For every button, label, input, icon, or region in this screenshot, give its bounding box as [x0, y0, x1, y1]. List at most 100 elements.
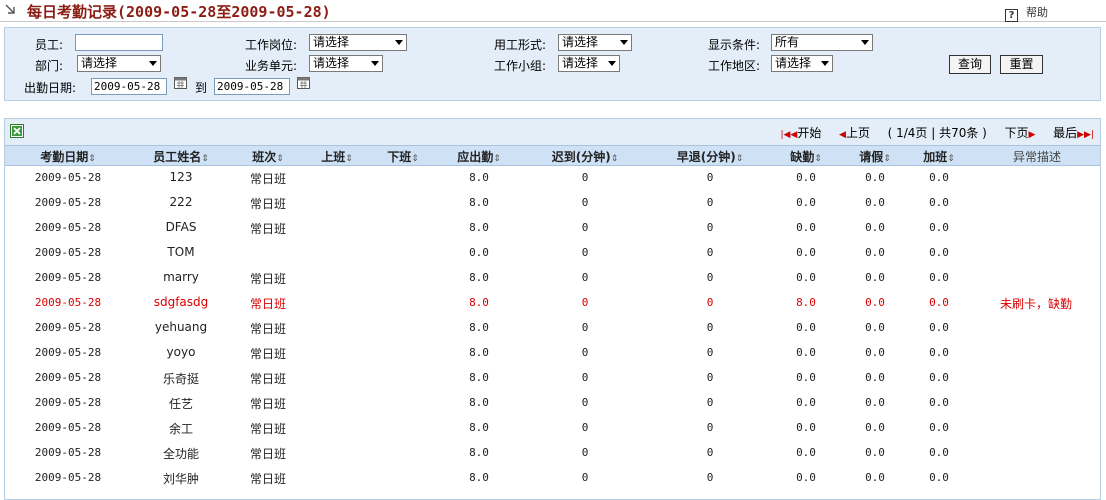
cell-shift: 常日班 [249, 397, 287, 411]
cell-leave: 0.0 [865, 371, 885, 384]
dept-select[interactable]: 请选择 [77, 55, 161, 72]
cell-early: 0 [706, 221, 714, 234]
table-row[interactable]: 2009-05-28 全功能 常日班 8.0 0 0 0.0 0.0 0.0 [5, 441, 1100, 466]
group-select[interactable]: 请选择 [558, 55, 620, 72]
table-row[interactable]: 2009-05-28 yoyo 常日班 8.0 0 0 0.0 0.0 0.0 [5, 341, 1100, 366]
collapse-arrow-icon[interactable] [4, 3, 17, 16]
sort-icon: ⇕ [883, 154, 891, 164]
col-header-shift[interactable]: 班次⇕ [252, 148, 284, 165]
table-row[interactable]: 2009-05-28 刘华肿 常日班 8.0 0 0 0.0 0.0 0.0 [5, 466, 1100, 491]
date-from-input[interactable]: 2009-05-28 [91, 78, 167, 95]
cell-leave: 0.0 [865, 321, 885, 334]
employee-input[interactable] [75, 34, 163, 51]
table-row[interactable]: 2009-05-28 222 常日班 8.0 0 0 0.0 0.0 0.0 [5, 191, 1100, 216]
cell-date: 2009-05-28 [34, 321, 102, 334]
cell-name: 222 [169, 195, 193, 209]
cell-early: 0 [706, 171, 714, 184]
chevron-down-icon [821, 61, 829, 66]
col-header-due[interactable]: 应出勤⇕ [457, 148, 501, 165]
calendar-icon[interactable] [174, 76, 187, 89]
cell-date: 2009-05-28 [34, 396, 102, 409]
area-select[interactable]: 请选择 [771, 55, 833, 72]
col-header-late[interactable]: 迟到(分钟)⇕ [552, 148, 619, 165]
pager-next[interactable]: 下页▶ [1005, 126, 1036, 140]
cell-date: 2009-05-28 [34, 196, 102, 209]
cell-name: 乐奇挺 [162, 372, 200, 386]
area-select-value: 请选择 [775, 56, 812, 70]
cell-early: 0 [706, 396, 714, 409]
pager-first[interactable]: |◀◀开始 [780, 126, 821, 140]
cell-date: 2009-05-28 [34, 421, 102, 434]
cell-leave: 0.0 [865, 471, 885, 484]
table-row[interactable]: 2009-05-28 DFAS 常日班 8.0 0 0 0.0 0.0 0.0 [5, 216, 1100, 241]
chevron-down-icon [620, 40, 628, 45]
cell-absent: 0.0 [796, 196, 816, 209]
employment-label: 用工形式: [494, 38, 547, 52]
unit-select[interactable]: 请选择 [309, 55, 383, 72]
prev-page-icon: ◀ [839, 130, 846, 140]
help-link[interactable]: ? 帮助 [1005, 4, 1048, 22]
col-header-date[interactable]: 考勤日期⇕ [40, 148, 96, 165]
excel-export-icon[interactable] [10, 124, 24, 138]
date-to-input[interactable]: 2009-05-28 [214, 78, 290, 95]
sort-icon: ⇕ [201, 154, 209, 164]
cell-due: 8.0 [469, 396, 489, 409]
cell-absent: 0.0 [796, 171, 816, 184]
table-row[interactable]: 2009-05-28 sdgfasdg 常日班 8.0 0 0 8.0 0.0 0.0 未刷卡，缺… [5, 291, 1100, 316]
cell-leave: 0.0 [865, 171, 885, 184]
cell-early: 0 [706, 421, 714, 434]
cell-late: 0 [581, 471, 589, 484]
pager-last[interactable]: 最后▶▶| [1053, 126, 1094, 140]
col-header-name[interactable]: 员工姓名⇕ [153, 148, 209, 165]
calendar-icon[interactable] [297, 76, 310, 89]
employment-select[interactable]: 请选择 [558, 34, 632, 51]
next-page-icon: ▶ [1028, 130, 1036, 140]
col-header-leave[interactable]: 请假⇕ [859, 148, 891, 165]
cell-overtime: 0.0 [929, 446, 949, 459]
col-header-overtime-label: 加班 [923, 150, 948, 164]
chevron-down-icon [861, 40, 869, 45]
cell-leave: 0.0 [865, 271, 885, 284]
col-header-off[interactable]: 下班⇕ [387, 148, 419, 165]
cell-shift: 常日班 [249, 422, 287, 436]
display-select[interactable]: 所有 [771, 34, 873, 51]
result-toolbar: |◀◀开始 ◀上页 ( 1/4页 | 共70条 ) 下页▶ 最后▶▶| [5, 119, 1100, 145]
col-header-leave-label: 请假 [859, 150, 884, 164]
cell-overtime: 0.0 [929, 221, 949, 234]
cell-due: 0.0 [469, 246, 489, 259]
col-header-on[interactable]: 上班⇕ [321, 148, 353, 165]
group-select-value: 请选择 [562, 56, 599, 70]
table-row[interactable]: 2009-05-28 乐奇挺 常日班 8.0 0 0 0.0 0.0 0.0 [5, 366, 1100, 391]
position-select[interactable]: 请选择 [309, 34, 407, 51]
table-row[interactable]: 2009-05-28 marry 常日班 8.0 0 0 0.0 0.0 0.0 [5, 266, 1100, 291]
table-row[interactable]: 2009-05-28 123 常日班 8.0 0 0 0.0 0.0 0.0 [5, 166, 1100, 191]
table-row[interactable]: 2009-05-28 TOM 0.0 0 0 0.0 0.0 0.0 [5, 241, 1100, 266]
cell-due: 8.0 [469, 271, 489, 284]
cell-name: 任艺 [168, 397, 194, 411]
cell-name: 123 [169, 170, 193, 184]
cell-date: 2009-05-28 [34, 296, 102, 309]
date-to-label: 到 [195, 81, 208, 95]
table-row[interactable]: 2009-05-28 余工 常日班 8.0 0 0 0.0 0.0 0.0 [5, 416, 1100, 441]
col-header-overtime[interactable]: 加班⇕ [923, 148, 955, 165]
query-button[interactable]: 查询 [949, 55, 991, 74]
col-header-absent[interactable]: 缺勤⇕ [790, 148, 822, 165]
pager-prev[interactable]: ◀上页 [839, 126, 870, 140]
cell-late: 0 [581, 396, 589, 409]
table-header: 考勤日期⇕ 员工姓名⇕ 班次⇕ 上班⇕ 下班⇕ 应出勤⇕ 迟到(分钟)⇕ 早退(… [5, 145, 1100, 166]
sort-icon: ⇕ [276, 154, 284, 164]
col-header-due-label: 应出勤 [457, 150, 494, 164]
table-row[interactable]: 2009-05-28 yehuang 常日班 8.0 0 0 0.0 0.0 0.0 [5, 316, 1100, 341]
pager-info: ( 1/4页 | 共70条 ) [887, 126, 987, 140]
table-row[interactable]: 2009-05-28 任艺 常日班 8.0 0 0 0.0 0.0 0.0 [5, 391, 1100, 416]
cell-name: sdgfasdg [153, 295, 209, 309]
cell-leave: 0.0 [865, 346, 885, 359]
col-header-early[interactable]: 早退(分钟)⇕ [677, 148, 744, 165]
cell-early: 0 [706, 296, 714, 309]
cell-name: 刘华肿 [162, 472, 200, 486]
cell-due: 8.0 [469, 171, 489, 184]
cell-late: 0 [581, 421, 589, 434]
cell-shift: 常日班 [249, 472, 287, 486]
reset-button[interactable]: 重置 [1000, 55, 1043, 74]
cell-name: yoyo [166, 345, 196, 359]
